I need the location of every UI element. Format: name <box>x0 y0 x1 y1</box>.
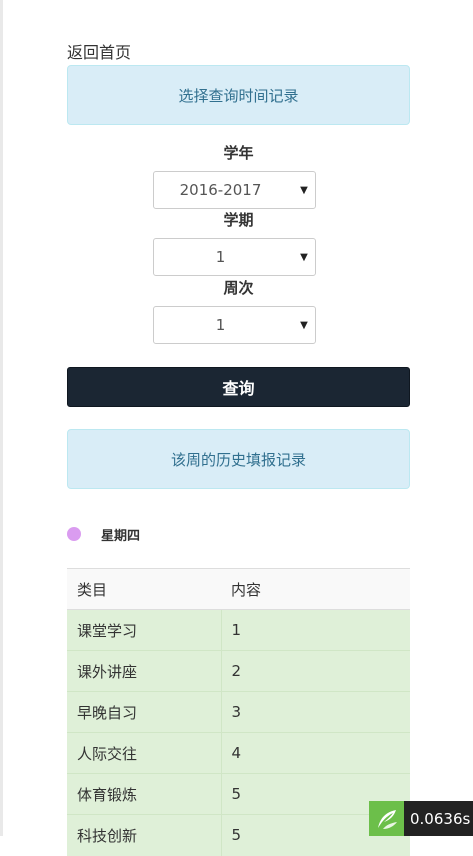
table-cell-category: 人际交往 <box>67 732 222 774</box>
history-title: 该周的历史填报记录 <box>67 429 410 489</box>
table-cell-category: 课堂学习 <box>67 609 222 651</box>
table-cell-content: 1 <box>221 609 410 651</box>
term-select-value: 1 <box>215 248 226 266</box>
year-label: 学年 <box>223 144 254 162</box>
table-cell-category: 体育锻炼 <box>67 773 222 815</box>
week-select-value: 1 <box>215 316 226 334</box>
table-cell-content: 4 <box>221 732 410 774</box>
chevron-down-icon: ▼ <box>300 184 308 196</box>
table-row: 科技创新 5 <box>67 814 410 856</box>
week-label: 周次 <box>223 279 254 297</box>
chevron-down-icon: ▼ <box>300 251 308 263</box>
page-left-border <box>0 0 3 836</box>
load-time-text: 0.0636s <box>410 809 471 828</box>
history-title-text: 该周的历史填报记录 <box>170 450 306 469</box>
table-row: 体育锻炼 5 <box>67 773 410 815</box>
load-timer-badge: 0.0636s <box>369 801 473 836</box>
day-header: 星期四 <box>67 524 140 544</box>
query-panel-title-text: 选择查询时间记录 <box>178 86 299 105</box>
day-dot-icon <box>67 527 81 541</box>
term-label: 学期 <box>223 211 254 229</box>
term-select[interactable]: 1 ▼ <box>153 238 316 276</box>
day-label: 星期四 <box>101 528 141 544</box>
table-row: 课外讲座 2 <box>67 650 410 692</box>
table-cell-content: 2 <box>221 650 410 692</box>
year-select[interactable]: 2016-2017 ▼ <box>153 171 316 209</box>
back-home-link[interactable]: 返回首页 <box>67 43 131 63</box>
table-cell-category: 早晚自习 <box>67 691 222 733</box>
history-table: 类目 内容 课堂学习 1 课外讲座 2 早晚自习 3 人际交往 4 体育锻炼 5… <box>67 568 410 856</box>
chevron-down-icon: ▼ <box>300 319 308 331</box>
table-row: 早晚自习 3 <box>67 691 410 733</box>
table-row: 人际交往 4 <box>67 732 410 774</box>
week-select[interactable]: 1 ▼ <box>153 306 316 344</box>
leaf-logo-icon <box>369 801 404 836</box>
year-select-value: 2016-2017 <box>179 181 262 199</box>
query-button-label: 查询 <box>222 379 255 398</box>
table-cell-category: 科技创新 <box>67 814 222 856</box>
column-header-content: 内容 <box>221 568 410 610</box>
table-row: 课堂学习 1 <box>67 609 410 651</box>
table-cell-content: 3 <box>221 691 410 733</box>
table-cell-category: 课外讲座 <box>67 650 222 692</box>
column-header-category: 类目 <box>67 568 221 610</box>
query-button[interactable]: 查询 <box>67 367 410 407</box>
query-panel-title: 选择查询时间记录 <box>67 65 410 125</box>
table-header-row: 类目 内容 <box>67 568 410 610</box>
